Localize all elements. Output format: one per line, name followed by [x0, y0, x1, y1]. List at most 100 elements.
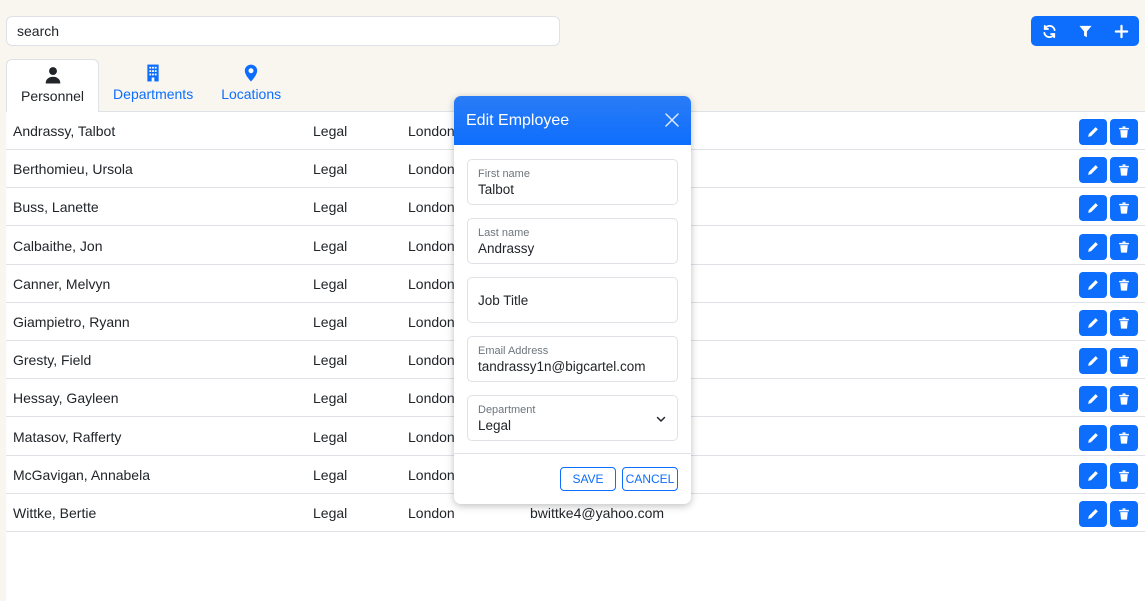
refresh-button[interactable] [1031, 16, 1067, 46]
filter-button[interactable] [1067, 16, 1103, 46]
plus-icon [1114, 24, 1128, 38]
employee-department: Legal [313, 428, 348, 445]
employee-name: Gresty, Field [13, 352, 92, 369]
person-icon [45, 67, 60, 84]
field-value: tandrassy1n@bigcartel.com [478, 359, 646, 374]
modal-header: Edit Employee [454, 96, 691, 145]
employee-location: London [408, 428, 455, 445]
trash-icon [1119, 279, 1129, 291]
trash-icon [1119, 470, 1129, 482]
edit-button[interactable] [1079, 424, 1107, 451]
employee-location: London [408, 352, 455, 369]
edit-button[interactable] [1079, 310, 1107, 336]
field-label: Email Address [478, 345, 549, 357]
edit-button[interactable] [1079, 233, 1107, 260]
tab-label: Locations [221, 86, 282, 102]
field-placeholder: Job Title [478, 293, 529, 308]
employee-location: London [408, 199, 455, 216]
trash-icon [1119, 202, 1129, 215]
employee-location: London [408, 505, 455, 521]
employee-email: bwittke4@yahoo.com [530, 505, 665, 521]
edit-button[interactable] [1079, 348, 1107, 375]
cancel-button[interactable]: CANCEL [622, 467, 678, 491]
pencil-icon [1088, 394, 1098, 405]
employee-location: London [408, 161, 455, 178]
tab-locations[interactable]: Locations [207, 59, 295, 110]
edit-button[interactable] [1079, 271, 1107, 298]
tab-label: Departments [113, 86, 194, 102]
employee-department: Legal [313, 199, 348, 216]
employee-department: Legal [313, 390, 348, 407]
field-value: Legal [478, 418, 512, 433]
employee-department: Legal [313, 275, 348, 292]
tab-departments[interactable]: Departments [99, 59, 207, 110]
pencil-icon [1088, 165, 1098, 176]
trash-icon [1119, 508, 1129, 520]
delete-button[interactable] [1110, 195, 1138, 222]
employee-name: Andrassy, Talbot [13, 123, 116, 139]
delete-button[interactable] [1110, 157, 1138, 184]
delete-button[interactable] [1110, 310, 1138, 336]
field-label: First name [478, 168, 530, 180]
delete-button[interactable] [1110, 386, 1138, 413]
employee-department: Legal [313, 123, 348, 139]
chevron-down-icon [656, 416, 666, 423]
employee-department: Legal [313, 466, 348, 483]
pencil-icon [1088, 318, 1098, 328]
map-pin-icon [244, 64, 258, 82]
close-icon[interactable] [664, 112, 680, 128]
job-title-field[interactable]: Job Title [467, 277, 678, 323]
trash-icon [1119, 393, 1129, 406]
employee-department: Legal [313, 237, 348, 254]
edit-employee-modal: Edit Employee First name Talbot Last nam… [454, 96, 691, 504]
delete-button[interactable] [1110, 424, 1138, 451]
delete-button[interactable] [1110, 233, 1138, 260]
employee-location: London [408, 466, 455, 483]
employee-location: London [408, 390, 455, 407]
delete-button[interactable] [1110, 501, 1138, 527]
edit-button[interactable] [1079, 195, 1107, 222]
employee-name: Hessay, Gayleen [13, 390, 119, 407]
delete-button[interactable] [1110, 462, 1138, 489]
employee-name: Berthomieu, Ursola [13, 161, 133, 178]
trash-icon [1119, 431, 1129, 444]
employee-name: Canner, Melvyn [13, 275, 111, 292]
building-icon [147, 64, 159, 82]
employee-name: Wittke, Bertie [13, 505, 97, 521]
pencil-icon [1088, 241, 1098, 252]
employee-department: Legal [313, 505, 348, 521]
tab-personnel[interactable]: Personnel [6, 59, 100, 112]
tab-bar: Personnel Departments Locations [6, 59, 295, 112]
field-value: Talbot [478, 182, 515, 197]
employee-name: Buss, Lanette [13, 199, 99, 216]
edit-button[interactable] [1079, 462, 1107, 489]
pencil-icon [1088, 432, 1098, 443]
first-name-field[interactable]: First name Talbot [467, 159, 678, 205]
pencil-icon [1088, 356, 1098, 367]
email-field[interactable]: Email Address tandrassy1n@bigcartel.com [467, 336, 678, 382]
delete-button[interactable] [1110, 271, 1138, 298]
pencil-icon [1088, 470, 1098, 481]
add-button[interactable] [1103, 16, 1139, 46]
edit-button[interactable] [1079, 386, 1107, 413]
save-button[interactable]: SAVE [560, 467, 616, 491]
employee-location: London [408, 314, 455, 330]
employee-name: Giampietro, Ryann [13, 314, 130, 330]
employee-name: Calbaithe, Jon [13, 237, 103, 254]
edit-button[interactable] [1079, 501, 1107, 527]
employee-location: London [408, 237, 455, 254]
delete-button[interactable] [1110, 348, 1138, 375]
trash-icon [1119, 164, 1129, 176]
pencil-icon [1088, 127, 1098, 137]
employee-location: London [408, 123, 455, 139]
employee-department: Legal [313, 314, 348, 330]
department-select[interactable]: Department Legal [467, 395, 678, 441]
edit-button[interactable] [1079, 119, 1107, 145]
last-name-field[interactable]: Last name Andrassy [467, 218, 678, 264]
delete-button[interactable] [1110, 119, 1138, 145]
edit-button[interactable] [1079, 157, 1107, 184]
tab-label: Personnel [21, 88, 85, 104]
field-value: Andrassy [478, 241, 535, 256]
refresh-icon [1042, 24, 1056, 38]
search-input[interactable] [6, 16, 560, 46]
